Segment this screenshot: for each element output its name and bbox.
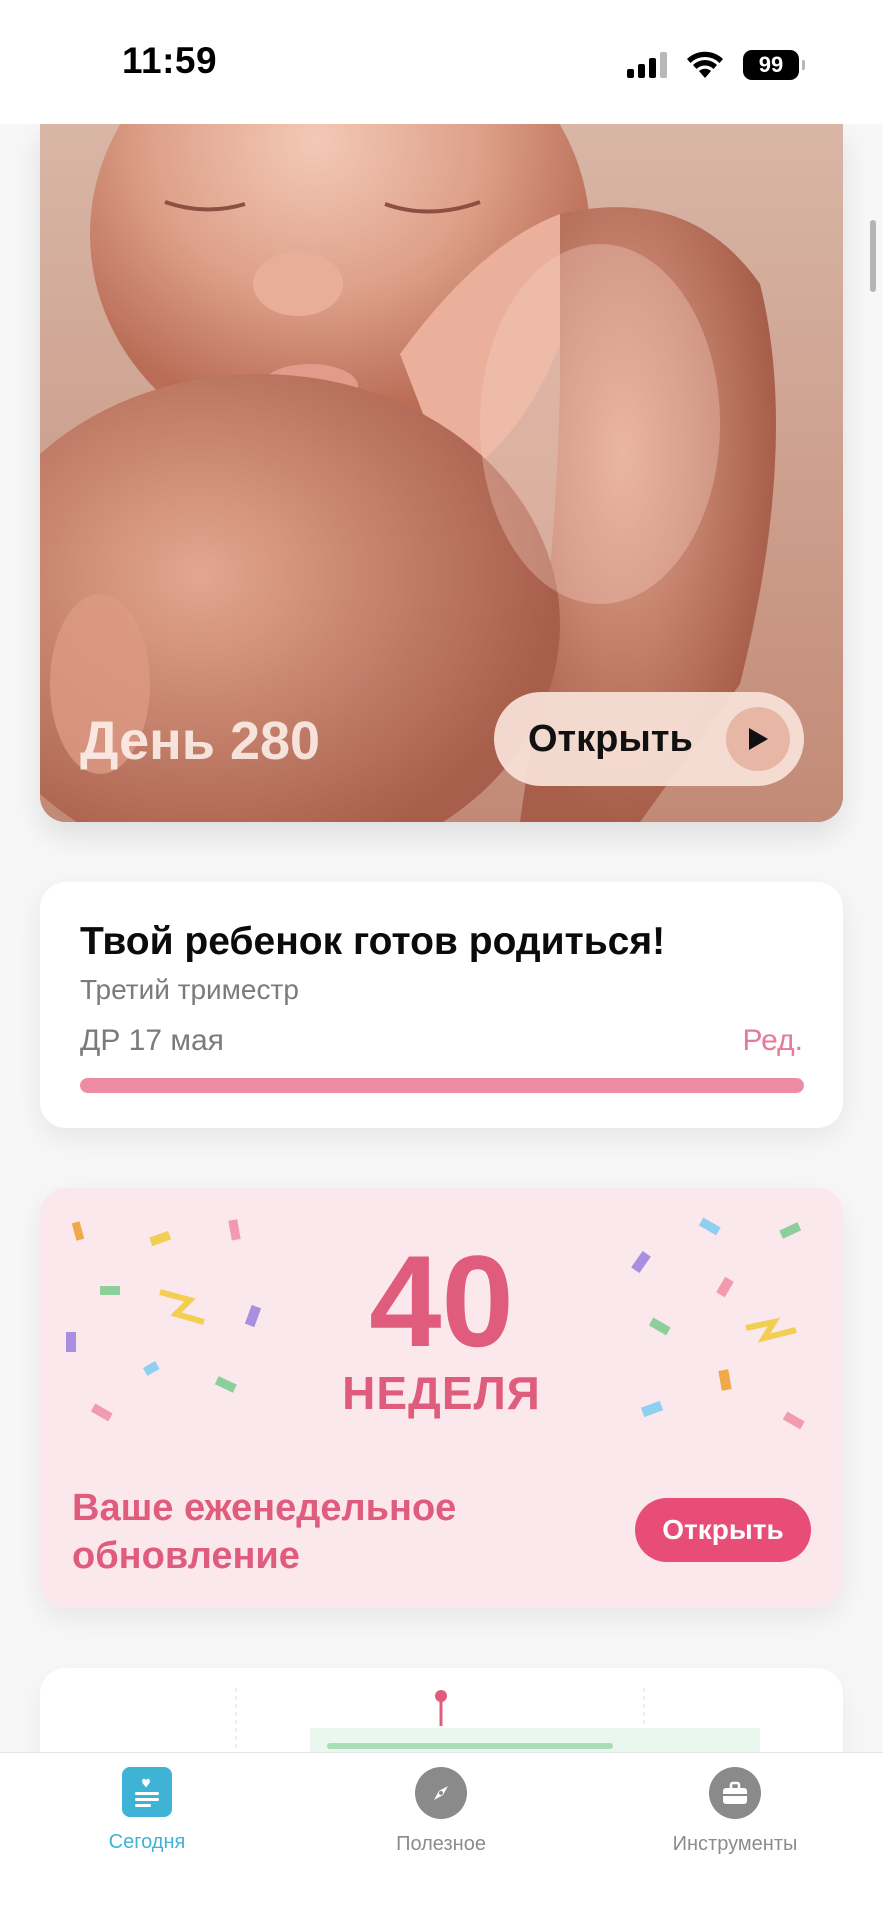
- edit-due-date-link[interactable]: Ред.: [742, 1024, 803, 1058]
- open-weekly-update-button[interactable]: Открыть: [635, 1498, 811, 1562]
- pregnancy-day-label: День 280: [80, 711, 321, 771]
- status-bar: 11:59 99: [0, 0, 883, 124]
- week-label: НЕДЕЛЯ: [342, 1367, 541, 1419]
- tab-tools[interactable]: Инструменты: [610, 1767, 860, 1856]
- baby-day-card[interactable]: День 280 Открыть: [40, 124, 843, 822]
- due-date-label: ДР 17 мая: [80, 1024, 224, 1057]
- briefcase-icon: [709, 1767, 761, 1819]
- pregnancy-status-card: Твой ребенок готов родиться! Третий трим…: [40, 882, 843, 1128]
- battery-icon: 99: [743, 50, 805, 80]
- cellular-signal-icon: [627, 52, 667, 78]
- status-icons: 99: [627, 48, 805, 82]
- tab-today-label: Сегодня: [108, 1831, 186, 1853]
- journal-heart-icon: [122, 1767, 172, 1817]
- trimester-label: Третий триместр: [80, 974, 299, 1005]
- tab-tools-label: Инструменты: [672, 1833, 798, 1855]
- open-video-label: Открыть: [528, 717, 693, 760]
- tab-today[interactable]: Сегодня: [22, 1767, 272, 1854]
- wifi-icon: [687, 51, 723, 78]
- play-icon: [726, 707, 790, 771]
- tab-useful-label: Полезное: [396, 1833, 486, 1855]
- open-video-button[interactable]: Открыть: [494, 692, 804, 786]
- pregnancy-progress-fill: [80, 1078, 804, 1093]
- compass-icon: [415, 1767, 467, 1819]
- bottom-tab-bar: Сегодня Полезное Инструменты: [0, 1752, 883, 1920]
- status-title: Твой ребенок готов родиться!: [80, 920, 666, 963]
- scroll-indicator[interactable]: [870, 220, 876, 292]
- weekly-update-card[interactable]: 40 НЕДЕЛЯ Ваше еженедельное обновление О…: [40, 1188, 843, 1608]
- weekly-update-text: Ваше еженедельное обновление: [72, 1487, 457, 1577]
- battery-level: 99: [758, 52, 784, 77]
- pregnancy-progress-bar: [80, 1078, 804, 1093]
- status-time: 11:59: [122, 40, 218, 81]
- tab-useful[interactable]: Полезное: [316, 1767, 566, 1856]
- week-number: 40: [369, 1228, 514, 1374]
